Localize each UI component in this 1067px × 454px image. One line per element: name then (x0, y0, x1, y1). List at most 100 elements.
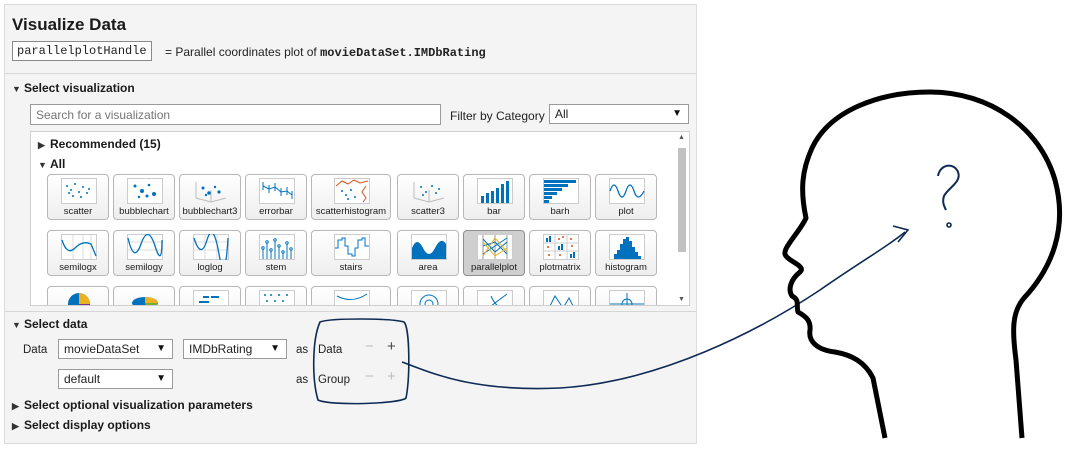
group-role-label: Group (318, 374, 350, 386)
remove-group-button[interactable]: − (365, 368, 374, 385)
data-field-value: IMDbRating (189, 342, 253, 356)
data-role-label: Data (318, 344, 343, 356)
tile-label: scatter (63, 206, 93, 217)
compass-icon (477, 290, 513, 305)
tile-label: area (418, 262, 438, 273)
semilogx-icon (61, 234, 97, 260)
plot-icon (609, 178, 645, 204)
group-all[interactable]: ▼ All (38, 157, 65, 171)
data-field-dropdown[interactable]: IMDbRating ▼ (183, 339, 287, 359)
tile-pie[interactable] (47, 286, 109, 305)
gallery-scrollbar[interactable]: ▲ ▼ (677, 134, 687, 303)
dropdown-arrow-icon: ▼ (270, 343, 280, 354)
chevron-down-icon: ▼ (38, 160, 47, 170)
area-icon (411, 234, 447, 260)
stairs-icon (334, 234, 370, 260)
barh-icon (543, 178, 579, 204)
bar-icon (477, 178, 513, 204)
tile-parallelplot[interactable]: parallelplot (463, 230, 525, 276)
handle-name-field[interactable]: parallelplotHandle (12, 41, 152, 61)
group-source-value: default (64, 372, 101, 386)
tile-contour[interactable] (311, 286, 391, 305)
handle-description: = Parallel coordinates plot of movieData… (165, 45, 486, 60)
tile-scatterhistogram[interactable]: scatterhistogram (311, 174, 391, 220)
chevron-right-icon: ▶ (12, 421, 19, 431)
tile-pie3[interactable] (113, 286, 175, 305)
tile-label: loglog (197, 262, 223, 273)
pie-icon (68, 293, 90, 305)
tile-stem[interactable]: stem (245, 230, 307, 276)
tile-label: scatter3 (411, 206, 445, 217)
tile-stairs[interactable]: stairs (311, 230, 391, 276)
pie3-icon (132, 297, 159, 305)
tile-waterfall[interactable] (595, 286, 657, 305)
tile-loglog[interactable]: loglog (179, 230, 241, 276)
scroll-down-icon[interactable]: ▼ (678, 296, 685, 303)
add-data-button[interactable]: + (387, 338, 396, 355)
tile-label: semilogy (125, 262, 163, 273)
section-optional-parameters[interactable]: ▶ Select optional visualization parameter… (12, 398, 253, 412)
data-source-dropdown[interactable]: movieDataSet ▼ (58, 339, 173, 359)
heatmap-icon (193, 290, 229, 305)
group-recommended[interactable]: ▶ Recommended (15) (38, 137, 161, 151)
bubblechart3-icon (195, 182, 227, 203)
remove-data-button[interactable]: − (365, 338, 374, 355)
geo-icon (543, 290, 579, 305)
tile-geo[interactable] (529, 286, 591, 305)
section-label: Select optional visualization parameters (24, 398, 253, 412)
add-group-button[interactable]: + (387, 368, 396, 385)
scatter-icon (61, 178, 97, 204)
polar-icon (411, 290, 447, 305)
tile-heatmap[interactable] (179, 286, 241, 305)
divider (5, 311, 696, 312)
tile-barh[interactable]: barh (529, 174, 591, 220)
tile-scatter[interactable]: scatter (47, 174, 109, 220)
scatterhistogram-icon (334, 178, 370, 204)
tile-bar[interactable]: bar (463, 174, 525, 220)
dropdown-arrow-icon: ▼ (156, 373, 166, 384)
group-label: All (50, 157, 66, 171)
tile-polar[interactable] (397, 286, 459, 305)
section-select-data[interactable]: ▼ Select data (12, 317, 87, 331)
tile-plot[interactable]: plot (595, 174, 657, 220)
section-label: Select visualization (24, 81, 135, 95)
tile-compass[interactable] (463, 286, 525, 305)
tile-semilogy[interactable]: semilogy (113, 230, 175, 276)
tile-label: bubblechart3 (182, 206, 238, 217)
filter-category-dropdown[interactable]: All ▼ (549, 104, 689, 124)
tile-errorbar[interactable]: errorbar (245, 174, 307, 220)
head-outline (782, 89, 1063, 439)
tile-label: histogram (605, 262, 647, 273)
tile-scatter3[interactable]: scatter3 (397, 174, 459, 220)
chevron-down-icon: ▼ (12, 320, 21, 330)
arrow-head-icon (892, 225, 910, 243)
section-display-options[interactable]: ▶ Select display options (12, 418, 151, 432)
tile-semilogx[interactable]: semilogx (47, 230, 109, 276)
section-select-visualization[interactable]: ▼ Select visualization (12, 81, 135, 95)
tile-label: plot (618, 206, 634, 217)
tile-area[interactable]: area (397, 230, 459, 276)
data-label: Data (23, 344, 48, 356)
group-source-dropdown[interactable]: default ▼ (58, 369, 173, 389)
tile-histogram[interactable]: histogram (595, 230, 657, 276)
tile-label: semilogx (59, 262, 97, 273)
contour-icon (334, 290, 370, 305)
tile-label: scatterhistogram (315, 206, 387, 217)
scrollbar-thumb[interactable] (678, 148, 686, 252)
search-visualization-input[interactable] (30, 104, 441, 125)
chevron-right-icon: ▶ (38, 140, 45, 150)
histogram-icon (609, 234, 645, 260)
tile-spy[interactable] (245, 286, 307, 305)
scroll-up-icon[interactable]: ▲ (678, 134, 685, 141)
tile-bubblechart[interactable]: bubblechart (113, 174, 175, 220)
group-label: Recommended (15) (50, 137, 161, 151)
question-mark-icon (937, 164, 960, 211)
tile-label: errorbar (259, 206, 293, 217)
scatter3-icon (413, 182, 445, 203)
spy-icon (259, 290, 295, 305)
tile-bubblechart3[interactable]: bubblechart3 (179, 174, 241, 220)
plotmatrix-icon (543, 234, 579, 260)
dropdown-arrow-icon: ▼ (672, 108, 682, 119)
tile-plotmatrix[interactable]: plotmatrix (529, 230, 591, 276)
data-source-value: movieDataSet (64, 342, 140, 356)
